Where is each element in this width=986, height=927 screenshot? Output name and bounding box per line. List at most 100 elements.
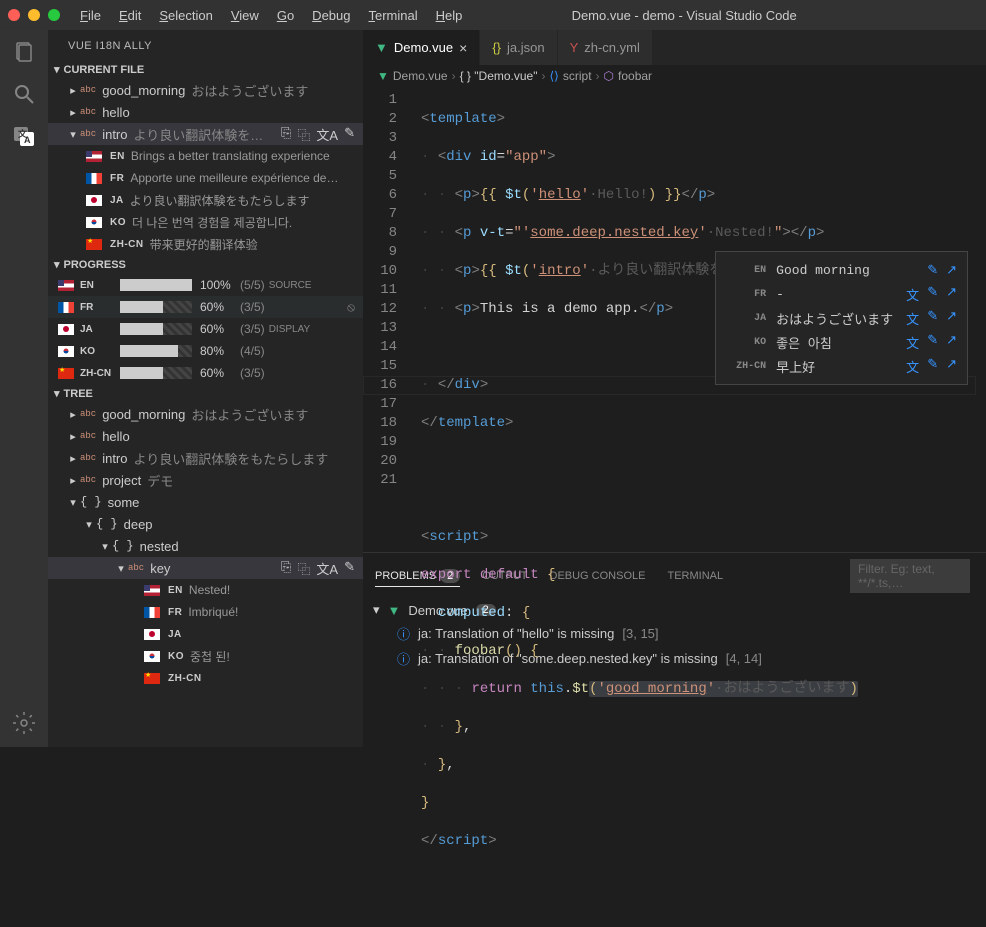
menu-bar: File Edit Selection View Go Debug Termin…: [72, 4, 470, 27]
section-current-file[interactable]: ▾CURRENT FILE: [48, 60, 363, 79]
lang-row[interactable]: ZH-CN带来更好的翻译体验: [48, 233, 363, 255]
translate-icon[interactable]: 文A: [316, 559, 338, 578]
lang-code: EN: [726, 265, 766, 276]
edit-icon[interactable]: ✎: [927, 333, 938, 352]
explorer-icon[interactable]: [12, 40, 36, 64]
lang-row[interactable]: KO더 나은 번역 경험을 제공합니다.: [48, 211, 363, 233]
code-content[interactable]: <template> · <div id="app"> · · <p>{{ $t…: [421, 91, 986, 927]
progress-tag: DISPLAY: [269, 324, 311, 335]
tab-zh-cn-yml[interactable]: Yzh-cn.yml: [558, 30, 653, 65]
translate-icon[interactable]: 文: [906, 357, 919, 376]
translate-icon[interactable]: 文: [906, 333, 919, 352]
hover-row: KO좋은 아침文✎↗: [726, 330, 957, 354]
tab-demo-vue[interactable]: ▼Demo.vue×: [363, 30, 480, 65]
duplicate-icon[interactable]: ⿻: [297, 559, 310, 578]
window-controls: [8, 9, 60, 21]
copy-icon[interactable]: ⎘: [281, 125, 291, 144]
progress-row[interactable]: JA60%(3/5)DISPLAY: [48, 318, 363, 340]
edit-icon[interactable]: ✎: [344, 559, 355, 578]
window-maximize-button[interactable]: [48, 9, 60, 21]
search-icon[interactable]: [12, 82, 36, 106]
title-bar: File Edit Selection View Go Debug Termin…: [0, 0, 986, 30]
translate-icon[interactable]: 文A: [316, 125, 338, 144]
tab-ja-json[interactable]: {}ja.json: [480, 30, 557, 65]
visibility-off-icon[interactable]: ⦸: [347, 300, 355, 315]
tree-row-intro[interactable]: ▾abcintroより良い翻訳体験を… ⎘⿻文A✎: [48, 123, 363, 145]
settings-icon[interactable]: [12, 711, 36, 735]
editor-tabs: ▼Demo.vue× {}ja.json Yzh-cn.yml: [363, 30, 986, 65]
tree-row[interactable]: ▸abchello: [48, 425, 363, 447]
open-icon[interactable]: ↗: [946, 285, 957, 304]
sidebar: VUE I18N ALLY ▾CURRENT FILE ▸abcgood_mor…: [48, 30, 363, 747]
edit-icon[interactable]: ✎: [927, 285, 938, 304]
menu-debug[interactable]: Debug: [304, 4, 358, 27]
edit-icon[interactable]: ✎: [927, 263, 938, 278]
flag-icon: [86, 217, 102, 228]
translation-text: 좋은 아침: [776, 333, 896, 352]
open-icon[interactable]: ↗: [946, 309, 957, 328]
lang-code: ZH-CN: [80, 368, 120, 379]
menu-view[interactable]: View: [223, 4, 267, 27]
menu-terminal[interactable]: Terminal: [360, 4, 425, 27]
i18n-ally-icon[interactable]: 文A: [12, 124, 36, 148]
lang-text: 더 나은 번역 경험을 제공합니다.: [132, 214, 292, 231]
duplicate-icon[interactable]: ⿻: [297, 125, 310, 144]
section-tree[interactable]: ▾TREE: [48, 384, 363, 403]
breadcrumb[interactable]: ▼Demo.vue› { } "Demo.vue"› ⟨⟩script› ⬡fo…: [363, 65, 986, 87]
open-icon[interactable]: ↗: [946, 263, 957, 278]
tree-row-key[interactable]: ▾abckey ⎘⿻文A✎: [48, 557, 363, 579]
lang-row[interactable]: JA: [48, 623, 363, 645]
translate-icon[interactable]: 文: [906, 309, 919, 328]
progress-row[interactable]: ZH-CN60%(3/5): [48, 362, 363, 384]
lang-row[interactable]: ZH-CN: [48, 667, 363, 689]
lang-row[interactable]: FRImbriqué!: [48, 601, 363, 623]
lang-code: EN: [110, 151, 125, 162]
row-actions: ⎘ ⿻文A ✎: [281, 559, 363, 578]
lang-row[interactable]: ENBrings a better translating experience: [48, 145, 363, 167]
lang-row[interactable]: FRApporte une meilleure expérience de…: [48, 167, 363, 189]
menu-selection[interactable]: Selection: [151, 4, 220, 27]
lang-code: ZH-CN: [110, 239, 144, 250]
menu-file[interactable]: File: [72, 4, 109, 27]
progress-bar: [120, 301, 192, 313]
progress-row[interactable]: KO80%(4/5): [48, 340, 363, 362]
tree-row[interactable]: ▸abchello: [48, 101, 363, 123]
tree-row-some[interactable]: ▾{ }some: [48, 491, 363, 513]
edit-icon[interactable]: ✎: [927, 309, 938, 328]
info-icon: ⓘ: [397, 624, 410, 643]
progress-row[interactable]: EN100%(5/5)SOURCE: [48, 274, 363, 296]
edit-icon[interactable]: ✎: [927, 357, 938, 376]
svg-text:A: A: [24, 135, 31, 145]
tree-row[interactable]: ▸abcgood_morningおはようございます: [48, 403, 363, 425]
hover-row: JAおはようございます文✎↗: [726, 306, 957, 330]
edit-icon[interactable]: ✎: [344, 125, 355, 144]
lang-code: FR: [726, 289, 766, 300]
menu-edit[interactable]: Edit: [111, 4, 149, 27]
translate-icon[interactable]: 文: [906, 285, 919, 304]
close-icon[interactable]: ×: [459, 40, 467, 56]
tree-row-nested[interactable]: ▾{ }nested: [48, 535, 363, 557]
tree-row[interactable]: ▸abcgood_morningおはようございます: [48, 79, 363, 101]
progress-count: (3/5): [240, 300, 265, 314]
lang-row[interactable]: ENNested!: [48, 579, 363, 601]
open-icon[interactable]: ↗: [946, 333, 957, 352]
window-close-button[interactable]: [8, 9, 20, 21]
lang-code: JA: [110, 195, 124, 206]
progress-row[interactable]: FR60%(3/5)⦸: [48, 296, 363, 318]
menu-go[interactable]: Go: [269, 4, 302, 27]
lang-row[interactable]: KO중첩 된!: [48, 645, 363, 667]
window-minimize-button[interactable]: [28, 9, 40, 21]
tree-row[interactable]: ▸abcintroより良い翻訳体験をもたらします: [48, 447, 363, 469]
menu-help[interactable]: Help: [428, 4, 471, 27]
open-icon[interactable]: ↗: [946, 357, 957, 376]
tree-row[interactable]: ▸abcprojectデモ: [48, 469, 363, 491]
section-progress[interactable]: ▾PROGRESS: [48, 255, 363, 274]
vue-file-icon: ▼: [375, 40, 388, 55]
tree-row-deep[interactable]: ▾{ }deep: [48, 513, 363, 535]
lang-text: Nested!: [189, 583, 230, 597]
flag-icon: [144, 651, 160, 662]
copy-icon[interactable]: ⎘: [281, 559, 291, 578]
code-editor[interactable]: 123456789101112131415161718192021 <templ…: [363, 87, 986, 552]
lang-row[interactable]: JAより良い翻訳体験をもたらします: [48, 189, 363, 211]
flag-icon: [144, 585, 160, 596]
